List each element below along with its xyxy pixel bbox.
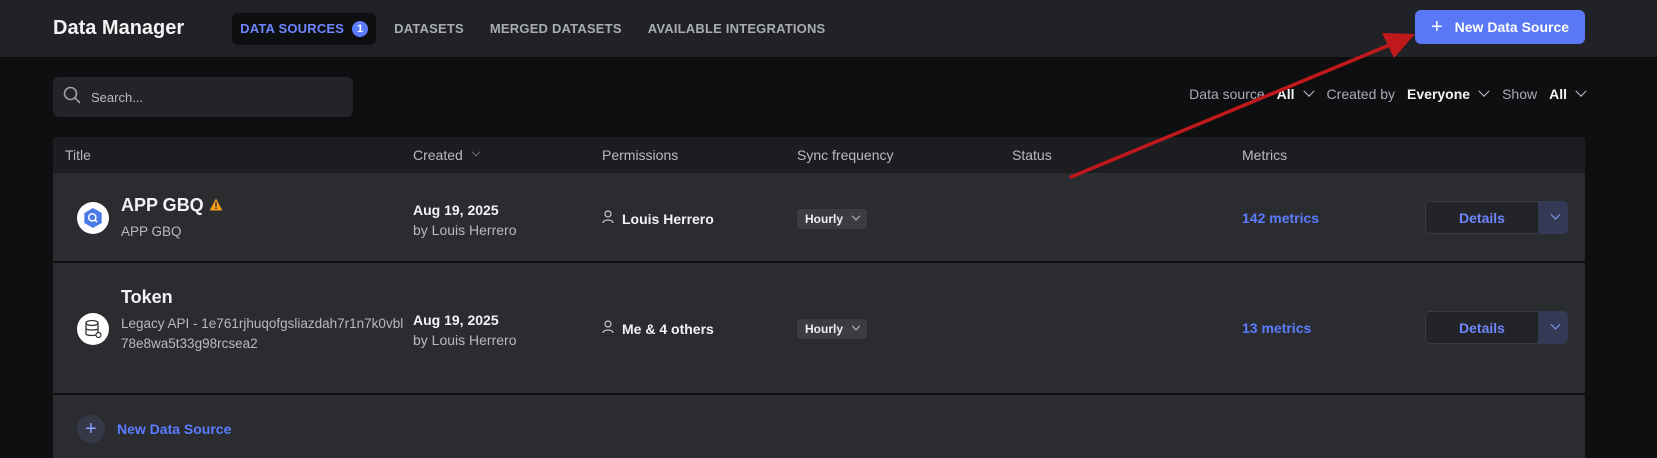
bigquery-icon xyxy=(77,202,109,234)
warning-icon xyxy=(209,195,223,216)
tab-available-integrations[interactable]: AVAILABLE INTEGRATIONS xyxy=(640,13,834,44)
column-permissions: Permissions xyxy=(602,147,679,163)
tab-datasets[interactable]: DATASETS xyxy=(386,13,472,44)
filter-created-by-label: Created by xyxy=(1326,86,1396,102)
column-metrics: Metrics xyxy=(1242,147,1288,163)
details-dropdown-toggle[interactable] xyxy=(1538,201,1568,234)
tab-count-badge: 1 xyxy=(352,20,369,37)
chevron-down-icon xyxy=(1575,85,1587,97)
column-status: Status xyxy=(1012,147,1052,163)
details-button-group: Details xyxy=(1425,311,1568,344)
chevron-down-icon xyxy=(1478,85,1490,97)
add-data-source-row: + New Data Source xyxy=(53,395,1585,458)
permissions[interactable]: Me & 4 others xyxy=(602,320,714,337)
row-subtitle: Legacy API - 1e761rjhuqofgsliazdah7r1n7k… xyxy=(121,316,404,351)
sync-frequency-dropdown[interactable]: Hourly xyxy=(797,209,868,229)
permissions[interactable]: Louis Herrero xyxy=(602,210,714,227)
search-input[interactable] xyxy=(91,89,331,105)
database-icon xyxy=(77,313,109,345)
search-icon xyxy=(63,86,81,109)
column-created-label: Created xyxy=(413,147,463,163)
permissions-label: Me & 4 others xyxy=(622,320,714,337)
filter-show-value: All xyxy=(1549,86,1567,102)
new-data-source-button[interactable]: + New Data Source xyxy=(1415,10,1585,44)
add-data-source-label: New Data Source xyxy=(117,421,232,437)
add-data-source-button[interactable]: + New Data Source xyxy=(77,415,231,443)
details-dropdown-toggle[interactable] xyxy=(1538,311,1568,344)
plus-icon: + xyxy=(77,415,105,443)
top-bar: Data Manager DATA SOURCES 1 DATASETS MER… xyxy=(0,0,1657,57)
plus-icon: + xyxy=(1430,16,1443,38)
filter-data-source: Data source All xyxy=(1189,85,1315,102)
row-title[interactable]: APP GBQ xyxy=(121,195,204,216)
filter-created-by-dropdown[interactable]: Everyone xyxy=(1407,85,1490,102)
column-created[interactable]: Created xyxy=(413,147,481,163)
metrics-link[interactable]: 13 metrics xyxy=(1242,320,1311,336)
filter-data-source-label: Data source xyxy=(1189,86,1265,102)
chevron-down-icon xyxy=(851,321,861,331)
permissions-label: Louis Herrero xyxy=(622,210,714,227)
filter-show-label: Show xyxy=(1502,86,1538,102)
chevron-down-icon xyxy=(1550,209,1560,220)
column-title: Title xyxy=(65,147,91,163)
column-sync-frequency: Sync frequency xyxy=(797,147,894,163)
details-button-group: Details xyxy=(1425,201,1568,234)
new-data-source-label: New Data Source xyxy=(1454,19,1570,35)
filter-bar: Data source All Created by Everyone Show… xyxy=(1175,85,1587,102)
sync-frequency-dropdown[interactable]: Hourly xyxy=(797,319,868,339)
filter-show-dropdown[interactable]: All xyxy=(1549,85,1587,102)
search-box xyxy=(53,77,353,117)
created-by: by Louis Herrero xyxy=(413,222,517,238)
user-icon xyxy=(602,210,614,227)
details-button[interactable]: Details xyxy=(1425,311,1538,344)
created-by: by Louis Herrero xyxy=(413,332,517,348)
metrics-link[interactable]: 142 metrics xyxy=(1242,210,1319,226)
user-icon xyxy=(602,320,614,337)
row-title[interactable]: Token xyxy=(121,287,406,308)
sync-frequency-value: Hourly xyxy=(805,322,844,336)
sync-frequency-value: Hourly xyxy=(805,212,844,226)
table-header: Title Created Permissions Sync frequency… xyxy=(53,137,1585,173)
created-date: Aug 19, 2025 xyxy=(413,312,499,328)
filter-created-by-value: Everyone xyxy=(1407,86,1471,102)
sort-chevron-icon xyxy=(471,147,481,157)
table-row[interactable]: APP GBQ APP GBQ Aug 19, 2025 by Louis He… xyxy=(53,173,1585,263)
created-date: Aug 19, 2025 xyxy=(413,202,499,218)
tab-data-sources[interactable]: DATA SOURCES 1 xyxy=(232,12,377,45)
filter-show: Show All xyxy=(1502,85,1587,102)
main-nav: DATA SOURCES 1 DATASETS MERGED DATASETS … xyxy=(232,12,843,45)
filter-created-by: Created by Everyone xyxy=(1326,85,1490,102)
filter-data-source-dropdown[interactable]: All xyxy=(1276,85,1315,102)
filter-data-source-value: All xyxy=(1276,86,1295,102)
tab-merged-datasets[interactable]: MERGED DATASETS xyxy=(482,13,630,44)
tab-data-sources-label: DATA SOURCES xyxy=(240,21,345,36)
row-subtitle: APP GBQ xyxy=(121,224,182,239)
data-sources-table: Title Created Permissions Sync frequency… xyxy=(53,137,1585,458)
chevron-down-icon xyxy=(851,211,861,221)
table-row[interactable]: Token Legacy API - 1e761rjhuqofgsliazdah… xyxy=(53,263,1585,395)
chevron-down-icon xyxy=(1302,85,1315,97)
details-button[interactable]: Details xyxy=(1425,201,1538,234)
chevron-down-icon xyxy=(1550,319,1560,330)
app-title: Data Manager xyxy=(53,17,185,39)
